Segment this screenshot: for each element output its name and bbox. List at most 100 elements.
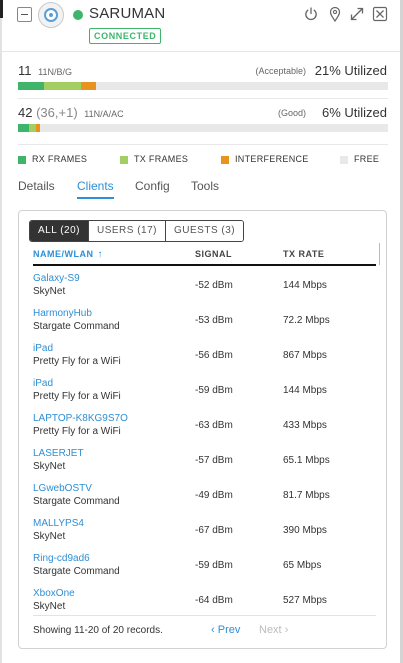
client-wlan: Stargate Command (33, 321, 120, 332)
table-row: iPad Pretty Fly for a WiFi -56 dBm 867 Mbps (33, 343, 376, 378)
status-badge: CONNECTED (89, 28, 162, 44)
tab-tools[interactable]: Tools (191, 179, 219, 193)
next-page-button[interactable]: Next › (259, 624, 288, 636)
client-tx-rate: 72.2 Mbps (283, 315, 330, 326)
client-filter: ALL (20) USERS (17) GUESTS (3) (29, 220, 245, 242)
client-tx-rate: 433 Mbps (283, 420, 327, 431)
client-signal: -57 dBm (195, 455, 233, 466)
filter-guests-button[interactable]: GUESTS (3) (165, 221, 244, 241)
radio-quality: (Acceptable) (255, 66, 306, 76)
device-header: SARUMAN CONNECTED (0, 0, 400, 52)
power-icon[interactable] (303, 6, 319, 22)
channel-number: 11 (18, 63, 32, 78)
legend-label: FREE (354, 154, 380, 164)
client-name-link[interactable]: iPad (33, 378, 53, 389)
tab-config[interactable]: Config (135, 179, 170, 193)
client-wlan: SkyNet (33, 461, 66, 472)
client-name-link[interactable]: iPad (33, 343, 53, 354)
table-scrollbar[interactable] (379, 243, 380, 265)
next-label: Next (259, 624, 282, 636)
filter-users-button[interactable]: USERS (17) (87, 221, 165, 241)
free-swatch (340, 156, 348, 164)
client-signal: -56 dBm (195, 350, 233, 361)
table-row: Ring-cd9ad6 Stargate Command -59 dBm 65 Mbp… (33, 553, 376, 588)
utilization-legend: RX FRAMES TX FRAMES INTERFERENCE FREE (18, 154, 388, 168)
prev-page-button[interactable]: ‹ Prev (211, 624, 240, 636)
client-signal: -67 dBm (195, 525, 233, 536)
column-rate-header[interactable]: TX RATE (283, 249, 324, 259)
clients-panel: ALL (20) USERS (17) GUESTS (3) NAME/WLAN… (18, 210, 387, 649)
interference-fill (36, 124, 41, 132)
client-signal: -59 dBm (195, 385, 233, 396)
locate-icon[interactable] (327, 6, 343, 22)
column-name-header[interactable]: NAME/WLAN ↑ (33, 249, 103, 260)
utilization-bar (18, 124, 388, 132)
client-tx-rate: 144 Mbps (283, 280, 327, 291)
expand-icon[interactable] (349, 6, 365, 22)
client-name-link[interactable]: MALLYPS4 (33, 518, 84, 529)
table-row: XboxOne SkyNet -64 dBm 527 Mbps (33, 588, 376, 623)
chevron-left-icon: ‹ (211, 624, 215, 636)
client-name-link[interactable]: LGwebOSTV (33, 483, 92, 494)
radio-utilization: 21% Utilized (314, 63, 387, 78)
client-list: Galaxy-S9 SkyNet -52 dBm 144 Mbps HarmonyHu… (33, 273, 376, 623)
radio-standard: 11N/A/AC (84, 109, 124, 119)
client-tx-rate: 65 Mbps (283, 560, 322, 571)
client-tx-rate: 527 Mbps (283, 595, 327, 606)
active-tab-indicator (77, 197, 114, 199)
radio-quality: (Good) (277, 108, 306, 118)
tab-clients[interactable]: Clients (77, 179, 114, 193)
legend-label: RX FRAMES (32, 154, 88, 164)
channel-width: (36,+1) (36, 105, 78, 120)
tx-swatch (120, 156, 128, 164)
table-row: LASERJET SkyNet -57 dBm 65.1 Mbps (33, 448, 376, 483)
radio-utilization: 6% Utilized (321, 105, 387, 120)
table-header-rule (33, 264, 376, 266)
radio-channel: 11 11N/B/G (18, 63, 72, 78)
chevron-right-icon: › (284, 624, 289, 636)
table-footer-rule (33, 615, 376, 616)
table-row: iPad Pretty Fly for a WiFi -59 dBm 144 Mbps (33, 378, 376, 413)
channel-number: 42 (18, 105, 33, 120)
client-name-link[interactable]: XboxOne (33, 588, 75, 599)
client-name-link[interactable]: HarmonyHub (33, 308, 92, 319)
client-name-link[interactable]: LAPTOP-K8KG9S7O (33, 413, 128, 424)
table-row: HarmonyHub Stargate Command -53 dBm 72.2 Mb… (33, 308, 376, 343)
interference-fill (80, 82, 96, 90)
table-row: MALLYPS4 SkyNet -67 dBm 390 Mbps (33, 518, 376, 553)
client-name-link[interactable]: LASERJET (33, 448, 84, 459)
client-tx-rate: 867 Mbps (283, 350, 327, 361)
close-icon[interactable] (372, 6, 388, 22)
client-signal: -59 dBm (195, 560, 233, 571)
legend-label: TX FRAMES (134, 154, 189, 164)
window-left-edge (0, 0, 2, 663)
divider (18, 144, 388, 145)
column-signal-header[interactable]: SIGNAL (195, 249, 232, 259)
client-signal: -53 dBm (195, 315, 233, 326)
client-name-link[interactable]: Galaxy-S9 (33, 273, 80, 284)
client-signal: -63 dBm (195, 420, 233, 431)
client-wlan: SkyNet (33, 286, 66, 297)
column-name-label: NAME/WLAN (33, 249, 94, 259)
access-point-icon (38, 2, 64, 28)
client-tx-rate: 65.1 Mbps (283, 455, 330, 466)
radio-channel: 42 (36,+1) 11N/A/AC (18, 105, 124, 120)
rx-frames-fill (18, 124, 30, 132)
table-row: LAPTOP-K8KG9S7O Pretty Fly for a WiFi -63 … (33, 413, 376, 448)
client-name-link[interactable]: Ring-cd9ad6 (33, 553, 90, 564)
tab-details[interactable]: Details (18, 179, 55, 193)
legend-label: INTERFERENCE (235, 154, 309, 164)
client-tx-rate: 81.7 Mbps (283, 490, 330, 501)
collapse-icon[interactable] (17, 7, 32, 22)
client-wlan: Pretty Fly for a WiFi (33, 356, 121, 367)
prev-label: Prev (217, 624, 241, 636)
sort-arrow-up-icon: ↑ (97, 249, 103, 260)
client-signal: -49 dBm (195, 490, 233, 501)
utilization-bar (18, 82, 388, 90)
filter-all-button[interactable]: ALL (20) (30, 221, 88, 241)
client-wlan: Stargate Command (33, 566, 120, 577)
rx-swatch (18, 156, 26, 164)
client-wlan: SkyNet (33, 531, 66, 542)
client-signal: -64 dBm (195, 595, 233, 606)
rx-frames-fill (18, 82, 44, 90)
